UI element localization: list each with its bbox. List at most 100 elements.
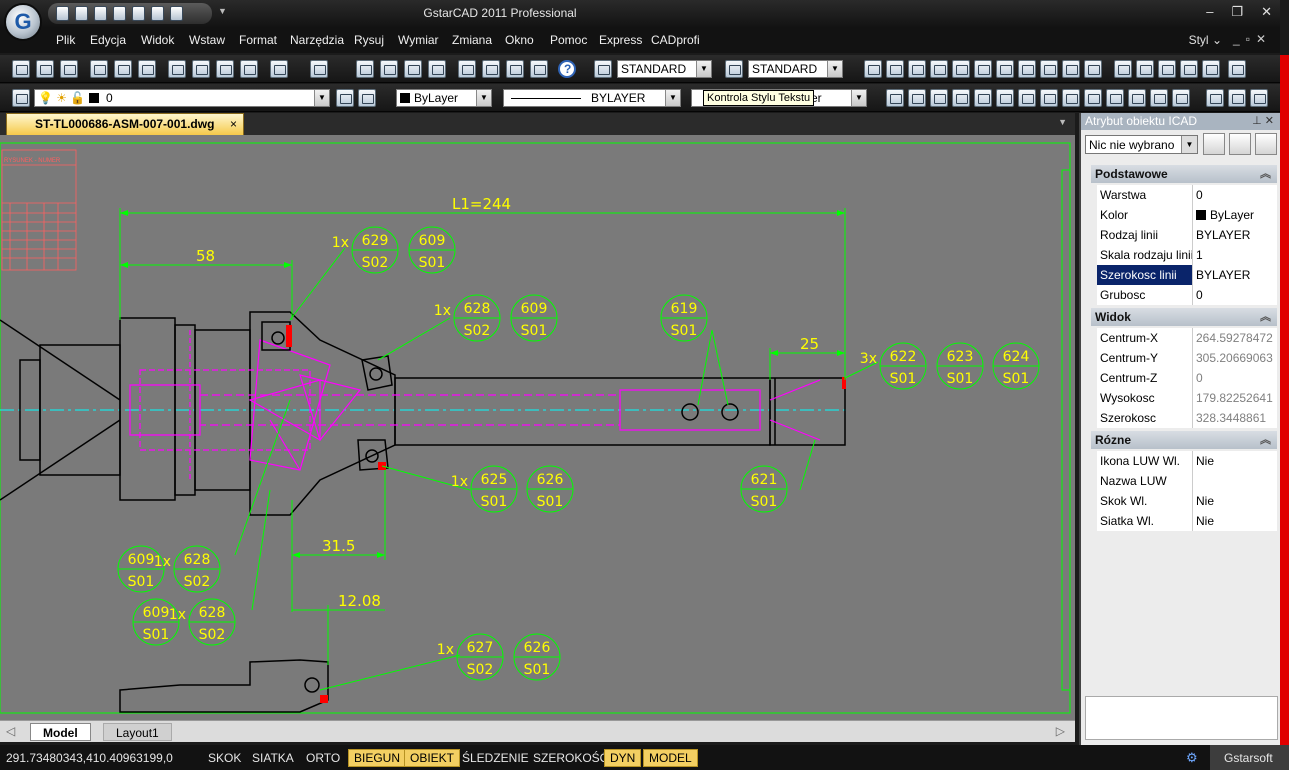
make-current-layer-icon[interactable]: [336, 89, 354, 107]
make-block-icon[interactable]: [1150, 89, 1168, 107]
preview-icon[interactable]: [114, 60, 132, 78]
help-icon[interactable]: [558, 60, 576, 78]
property-row[interactable]: Centrum-Z 0: [1097, 368, 1277, 388]
insert-block-icon[interactable]: [1128, 89, 1146, 107]
mirror-icon[interactable]: [908, 60, 926, 78]
tray-icon[interactable]: ⚙: [1186, 750, 1198, 766]
property-row[interactable]: Skala rodzaju linii 1: [1097, 245, 1277, 265]
toggle-pickadd-icon[interactable]: [1229, 133, 1251, 155]
move-icon[interactable]: [974, 60, 992, 78]
property-row[interactable]: Centrum-X 264.59278472: [1097, 328, 1277, 348]
status-toggle-skok[interactable]: SKOK: [208, 751, 241, 765]
region-icon[interactable]: [1228, 89, 1246, 107]
property-row[interactable]: Szerokosc 328.3448861: [1097, 408, 1277, 428]
status-toggle-orto[interactable]: ORTO: [306, 751, 340, 765]
status-toggle-model[interactable]: MODEL: [643, 749, 698, 767]
menu-edycja[interactable]: Edycja: [90, 33, 126, 47]
array-icon[interactable]: [952, 60, 970, 78]
arc-icon[interactable]: [996, 89, 1014, 107]
zoom-window-icon[interactable]: [404, 60, 422, 78]
restore-icon[interactable]: ❐: [1231, 4, 1243, 20]
copy-object-icon[interactable]: [886, 60, 904, 78]
property-row[interactable]: Warstwa 0: [1097, 185, 1277, 205]
menu-wymiar[interactable]: Wymiar: [398, 33, 439, 47]
status-toggle-biegun[interactable]: BIEGUN: [348, 749, 407, 767]
dim-style-select[interactable]: STANDARD ▼: [748, 60, 843, 78]
cad-drawing[interactable]: RYSUNEK - NUMER L1=244 58 25 31.5 12.08 …: [0, 135, 1075, 720]
close-icon[interactable]: ×: [230, 117, 237, 131]
menu-narzedzia[interactable]: Narzędzia: [290, 33, 344, 47]
zoom-previous-icon[interactable]: [428, 60, 446, 78]
document-window-controls[interactable]: _▫✕: [1233, 32, 1272, 46]
property-row[interactable]: Nazwa LUW: [1097, 471, 1277, 491]
color-select[interactable]: ByLayer ▼: [396, 89, 492, 107]
property-row[interactable]: Skok Wl. Nie: [1097, 491, 1277, 511]
selection-select[interactable]: Nic nie wybrano ▼: [1085, 135, 1198, 154]
property-row[interactable]: Grubosc 0: [1097, 285, 1277, 305]
pan-icon[interactable]: [356, 60, 374, 78]
break-at-point-icon[interactable]: [1136, 60, 1154, 78]
ellipse-arc-icon[interactable]: [1106, 89, 1124, 107]
property-row[interactable]: Szerokosc linii BYLAYER: [1097, 265, 1277, 285]
quick-select-icon[interactable]: [1203, 133, 1225, 155]
polygon-icon[interactable]: [952, 89, 970, 107]
close-icon[interactable]: ✕: [1261, 4, 1272, 20]
property-value[interactable]: 0: [1193, 185, 1277, 205]
property-category[interactable]: Podstawowe ︽: [1091, 165, 1277, 183]
publish-icon[interactable]: [138, 60, 156, 78]
property-value[interactable]: 264.59278472: [1193, 328, 1277, 348]
spline-icon[interactable]: [1062, 89, 1080, 107]
property-category[interactable]: Widok ︽: [1091, 308, 1277, 326]
menu-rysuj[interactable]: Rysuj: [354, 33, 384, 47]
menu-plik[interactable]: Plik: [56, 33, 75, 47]
menu-pomoc[interactable]: Pomoc: [550, 33, 587, 47]
status-toggle-śledzenie[interactable]: ŚLEDZENIE: [462, 751, 529, 765]
new-icon[interactable]: [12, 60, 30, 78]
property-row[interactable]: Ikona LUW Wl. Nie: [1097, 451, 1277, 471]
table-icon[interactable]: [1250, 89, 1268, 107]
select-objects-icon[interactable]: [1255, 133, 1277, 155]
zoom-realtime-icon[interactable]: [380, 60, 398, 78]
collapse-icon[interactable]: ︽: [1260, 165, 1271, 181]
status-toggle-siatka[interactable]: SIATKA: [252, 751, 294, 765]
stretch-icon[interactable]: [1040, 60, 1058, 78]
scale-icon[interactable]: [1018, 60, 1036, 78]
property-row[interactable]: Siatka Wl. Nie: [1097, 511, 1277, 531]
menu-zmiana[interactable]: Zmiana: [452, 33, 492, 47]
status-toggle-szerokość[interactable]: SZEROKOŚĆ: [533, 751, 608, 765]
property-value[interactable]: Nie: [1193, 511, 1277, 531]
circle-icon[interactable]: [1018, 89, 1036, 107]
rotate-icon[interactable]: [996, 60, 1014, 78]
menu-wstaw[interactable]: Wstaw: [189, 33, 225, 47]
property-row[interactable]: Wysokosc 179.82252641: [1097, 388, 1277, 408]
open-icon[interactable]: [36, 60, 54, 78]
tab-model[interactable]: Model: [30, 723, 91, 741]
property-value[interactable]: 328.3448861: [1193, 408, 1277, 428]
join-icon[interactable]: [1158, 60, 1176, 78]
property-row[interactable]: Centrum-Y 305.20669063: [1097, 348, 1277, 368]
property-value[interactable]: 305.20669063: [1193, 348, 1277, 368]
ellipse-icon[interactable]: [1084, 89, 1102, 107]
polyline-icon[interactable]: [930, 89, 948, 107]
collapse-icon[interactable]: ︽: [1260, 308, 1271, 324]
construction-line-icon[interactable]: [908, 89, 926, 107]
property-value[interactable]: [1193, 471, 1277, 491]
collapse-icon[interactable]: ︽: [1260, 431, 1271, 447]
property-value[interactable]: 179.82252641: [1193, 388, 1277, 408]
design-center-icon[interactable]: [482, 60, 500, 78]
fillet-icon[interactable]: [1202, 60, 1220, 78]
explode-icon[interactable]: [1228, 60, 1246, 78]
paste-icon[interactable]: [216, 60, 234, 78]
save-icon[interactable]: [60, 60, 78, 78]
tool-palette-icon[interactable]: [506, 60, 524, 78]
property-value[interactable]: Nie: [1193, 451, 1277, 471]
scroll-left-icon[interactable]: ◁: [6, 724, 15, 738]
menu-cadprofi[interactable]: CADprofi: [651, 33, 700, 47]
drawing-canvas[interactable]: RYSUNEK - NUMER L1=244 58 25 31.5 12.08 …: [0, 135, 1075, 720]
layer-previous-icon[interactable]: [358, 89, 376, 107]
linetype-select[interactable]: BYLAYER ▼: [503, 89, 681, 107]
print-icon[interactable]: [90, 60, 108, 78]
trim-icon[interactable]: [1062, 60, 1080, 78]
revcloud-icon[interactable]: [1040, 89, 1058, 107]
document-tab[interactable]: ST-TL000686-ASM-007-001.dwg ×: [6, 113, 244, 135]
